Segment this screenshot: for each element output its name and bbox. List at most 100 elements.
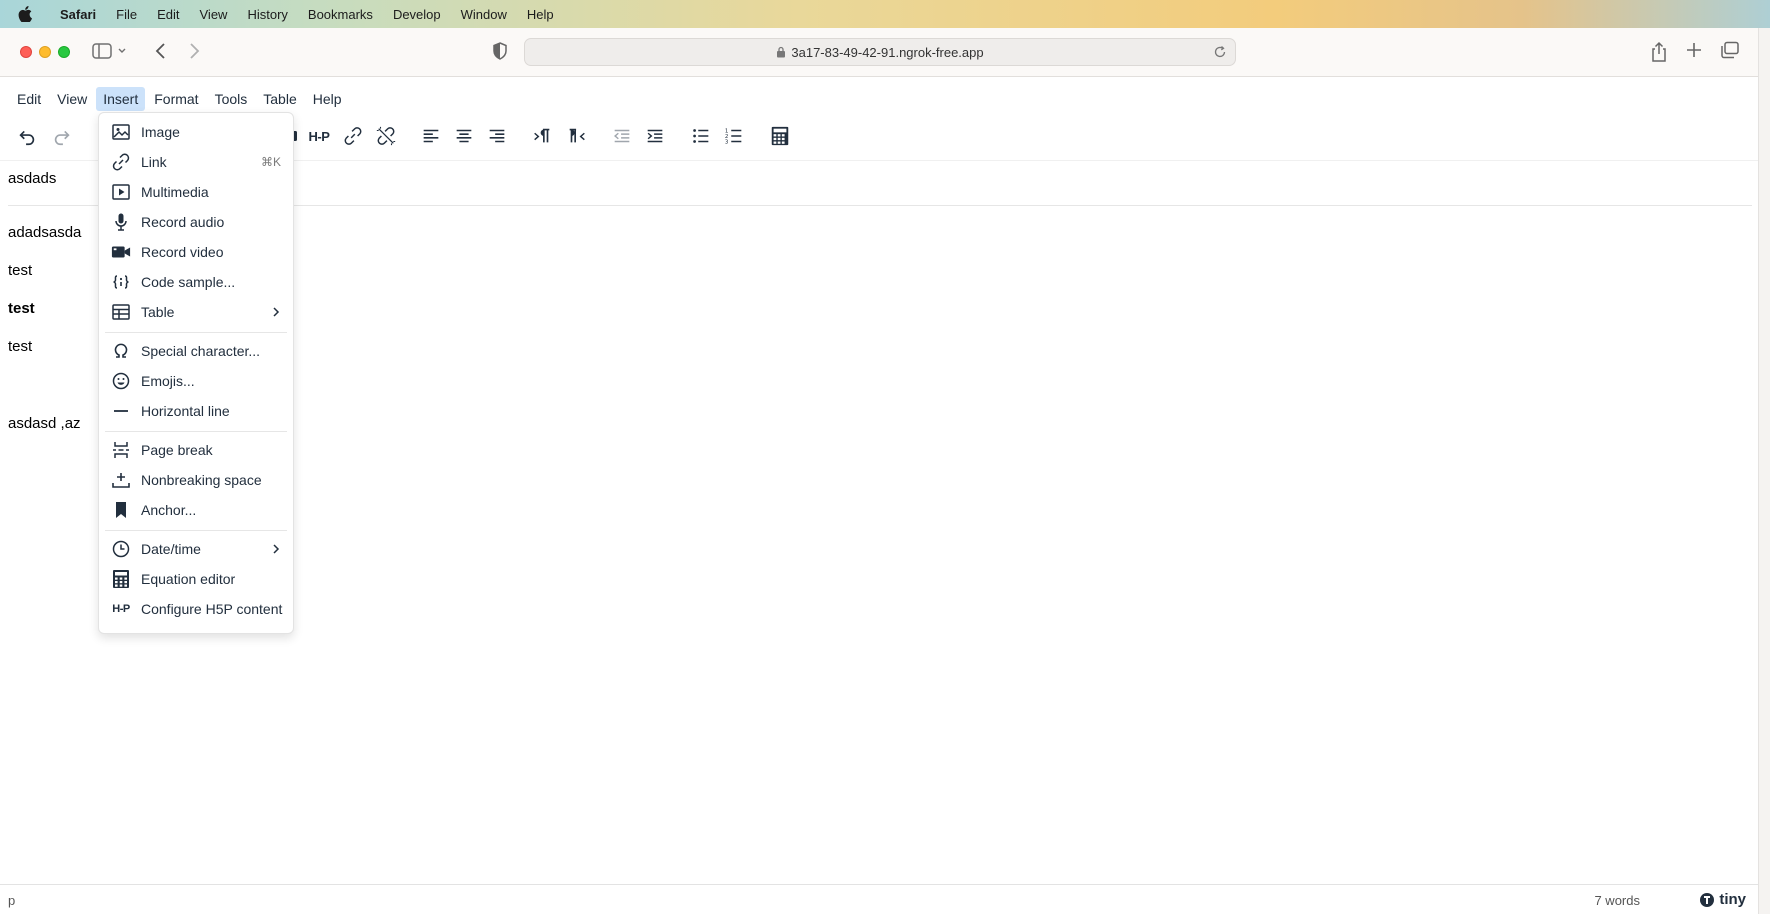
forward-icon[interactable] [186, 41, 202, 61]
microphone-icon [111, 212, 131, 232]
align-left-icon[interactable] [414, 119, 448, 153]
zoom-window-button[interactable] [58, 46, 70, 58]
status-bar: p 7 words tiny [0, 884, 1770, 914]
insert-multimedia[interactable]: Multimedia [99, 177, 293, 207]
chevron-right-icon [271, 542, 281, 558]
url-text: 3a17-83-49-42-91.ngrok-free.app [791, 44, 984, 60]
insert-anchor[interactable]: Anchor... [99, 495, 293, 525]
apple-icon[interactable] [18, 5, 36, 23]
mac-menu-window[interactable]: Window [451, 7, 517, 22]
insert-emojis[interactable]: Emojis... [99, 366, 293, 396]
sidebar-toggle-icon[interactable] [92, 41, 128, 61]
mac-menu-app[interactable]: Safari [50, 7, 106, 22]
menu-separator [105, 530, 287, 531]
page-break-icon [111, 440, 131, 460]
undo-icon[interactable] [10, 119, 44, 153]
mac-menu-file[interactable]: File [106, 7, 147, 22]
privacy-shield-icon[interactable] [492, 41, 508, 61]
unlink-icon[interactable] [369, 119, 403, 153]
editor-menu-insert[interactable]: Insert [96, 87, 146, 111]
content-line-3: test [8, 262, 33, 279]
insert-code-sample[interactable]: Code sample... [99, 267, 293, 297]
tiny-brand-text: tiny [1719, 891, 1746, 908]
bookmark-icon [111, 500, 131, 520]
close-window-button[interactable] [20, 46, 32, 58]
insert-record-audio[interactable]: Record audio [99, 207, 293, 237]
code-sample-icon [111, 272, 131, 292]
address-bar[interactable]: 3a17-83-49-42-91.ngrok-free.app [524, 38, 1236, 66]
back-icon[interactable] [153, 41, 169, 61]
safari-toolbar: 3a17-83-49-42-91.ngrok-free.app [0, 28, 1770, 77]
menu-separator [105, 431, 287, 432]
ltr-direction-icon[interactable] [525, 119, 559, 153]
insert-record-video[interactable]: Record video [99, 237, 293, 267]
insert-page-break[interactable]: Page break [99, 435, 293, 465]
link-shortcut: ⌘K [260, 155, 281, 169]
horizontal-line-icon [111, 401, 131, 421]
editor-menu-view[interactable]: View [50, 87, 94, 111]
tiny-logo[interactable]: tiny [1699, 891, 1746, 908]
insert-horizontal-line[interactable]: Horizontal line [99, 396, 293, 426]
mac-menu-develop[interactable]: Develop [383, 7, 451, 22]
mac-menu-history[interactable]: History [237, 7, 297, 22]
menu-separator [105, 332, 287, 333]
clock-icon [111, 539, 131, 559]
window-edge [1758, 28, 1770, 914]
insert-special-character[interactable]: Special character... [99, 336, 293, 366]
insert-image[interactable]: Image [99, 117, 293, 147]
video-camera-icon [111, 242, 131, 262]
h5p-toolbar-icon[interactable]: H-P [302, 119, 336, 153]
h5p-icon: H-P [112, 603, 130, 615]
bullet-list-icon[interactable] [684, 119, 718, 153]
insert-table[interactable]: Table [99, 297, 293, 327]
insert-configure-h5p[interactable]: H-P Configure H5P content [99, 594, 293, 624]
lock-icon [776, 46, 786, 58]
table-icon [111, 302, 131, 322]
chevron-right-icon [271, 305, 281, 321]
redo-icon[interactable] [45, 119, 79, 153]
insert-link[interactable]: Link ⌘K [99, 147, 293, 177]
outdent-icon[interactable] [605, 119, 639, 153]
insert-menu-dropdown: Image Link ⌘K Multimedia Record audio Re… [98, 112, 294, 634]
mac-menu-view[interactable]: View [190, 7, 238, 22]
editor-menu-format[interactable]: Format [147, 87, 205, 111]
editor-menu-edit[interactable]: Edit [10, 87, 48, 111]
editor-menubar: Edit View Insert Format Tools Table Help [0, 85, 351, 113]
link-icon[interactable] [336, 119, 370, 153]
tiny-logo-icon [1700, 892, 1715, 907]
word-count[interactable]: 7 words [1594, 893, 1640, 908]
editor-menu-tools[interactable]: Tools [208, 87, 255, 111]
omega-icon [111, 341, 131, 361]
equation-editor-icon[interactable] [763, 119, 797, 153]
content-line-5: test [8, 338, 33, 355]
image-icon [111, 122, 131, 142]
calculator-icon [111, 569, 131, 589]
editor-menu-table[interactable]: Table [256, 87, 303, 111]
nonbreaking-space-icon [111, 470, 131, 490]
element-path[interactable]: p [8, 893, 15, 908]
rtl-direction-icon[interactable] [560, 119, 594, 153]
indent-icon[interactable] [638, 119, 672, 153]
multimedia-icon [111, 182, 131, 202]
editor-menu-help[interactable]: Help [306, 87, 349, 111]
share-icon[interactable] [1650, 41, 1668, 63]
align-center-icon[interactable] [447, 119, 481, 153]
align-right-icon[interactable] [480, 119, 514, 153]
macos-menubar: Safari File Edit View History Bookmarks … [0, 0, 1770, 28]
mac-menu-bookmarks[interactable]: Bookmarks [298, 7, 383, 22]
content-line-1: asdads [8, 170, 57, 187]
insert-nonbreaking-space[interactable]: Nonbreaking space [99, 465, 293, 495]
svg-text:3: 3 [725, 139, 729, 145]
content-line-4-bold: test [8, 300, 35, 317]
insert-date-time[interactable]: Date/time [99, 534, 293, 564]
content-line-2: adadsasda [8, 224, 82, 241]
minimize-window-button[interactable] [39, 46, 51, 58]
numbered-list-icon[interactable]: 123 [717, 119, 751, 153]
insert-equation-editor[interactable]: Equation editor [99, 564, 293, 594]
mac-menu-edit[interactable]: Edit [147, 7, 189, 22]
reload-icon[interactable] [1213, 45, 1227, 62]
new-tab-icon[interactable] [1685, 41, 1703, 59]
tab-overview-icon[interactable] [1720, 41, 1740, 59]
link-icon [111, 152, 131, 172]
mac-menu-help[interactable]: Help [517, 7, 564, 22]
